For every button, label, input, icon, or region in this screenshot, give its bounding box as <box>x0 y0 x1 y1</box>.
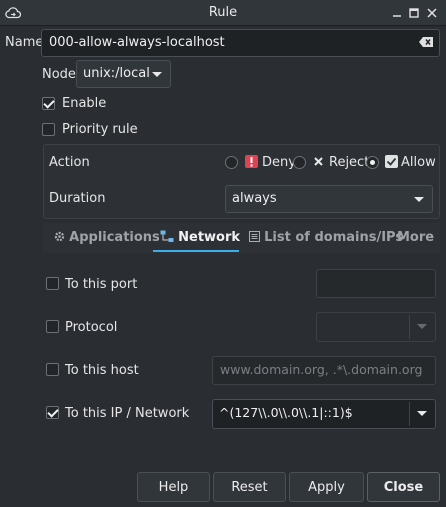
allow-check-icon <box>385 155 398 168</box>
gear-icon <box>54 231 65 246</box>
chevron-down-icon <box>144 61 170 87</box>
duration-select[interactable]: always <box>225 185 433 213</box>
tab-more[interactable]: More <box>397 230 434 245</box>
priority-label: Priority rule <box>62 122 138 137</box>
close-button[interactable]: Close <box>367 472 440 502</box>
priority-checkbox[interactable] <box>42 123 55 136</box>
protocol-select[interactable] <box>316 312 436 342</box>
tab-applications[interactable]: Applications <box>54 230 160 248</box>
host-checkbox[interactable] <box>46 363 59 376</box>
port-field[interactable] <box>316 269 436 298</box>
deny-radio[interactable] <box>225 156 238 169</box>
help-button[interactable]: Help <box>137 472 210 502</box>
close-icon[interactable] <box>423 4 441 22</box>
tab-active-underline <box>153 250 239 252</box>
name-label: Name <box>5 35 44 50</box>
deny-icon <box>245 155 258 168</box>
chevron-down-icon <box>409 400 435 428</box>
tab-applications-label: Applications <box>69 230 160 245</box>
enable-label: Enable <box>62 96 107 111</box>
network-icon <box>160 230 174 247</box>
host-label: To this host <box>65 363 139 378</box>
node-select[interactable]: unix:/local <box>76 60 171 88</box>
minimize-icon[interactable] <box>388 4 406 22</box>
port-label: To this port <box>65 277 138 292</box>
tab-domains-label: List of domains/IPs <box>264 230 404 245</box>
ip-select-value: ^(127\\.0\\.0\\.1|::1)$ <box>219 405 353 420</box>
name-field[interactable]: 000-allow-always-localhost <box>41 29 440 57</box>
protocol-checkbox[interactable] <box>46 320 59 333</box>
tab-domains[interactable]: List of domains/IPs <box>249 230 403 248</box>
chevron-down-icon <box>409 313 435 341</box>
protocol-label: Protocol <box>65 320 118 335</box>
allow-label: Allow <box>401 155 436 170</box>
list-icon <box>249 231 260 246</box>
node-select-value: unix:/local <box>83 66 150 81</box>
maximize-icon[interactable] <box>405 4 423 22</box>
allow-radio[interactable] <box>366 156 379 169</box>
chevron-down-icon <box>406 186 432 212</box>
reject-x-icon <box>313 156 324 167</box>
enable-checkbox[interactable] <box>42 97 55 110</box>
window-title: Rule <box>208 5 238 20</box>
ip-label: To this IP / Network <box>65 406 190 421</box>
tab-network[interactable]: Network <box>160 230 240 248</box>
apply-button[interactable]: Apply <box>289 472 364 502</box>
tab-network-label: Network <box>178 230 241 245</box>
duration-label: Duration <box>49 191 106 206</box>
deny-label: Deny <box>262 155 296 170</box>
action-label: Action <box>49 155 90 170</box>
reset-button[interactable]: Reset <box>213 472 286 502</box>
host-field[interactable]: www.domain.org, .*\.domain.org <box>212 356 436 385</box>
ip-select[interactable]: ^(127\\.0\\.0\\.1|::1)$ <box>212 399 436 429</box>
node-label: Node <box>42 67 76 82</box>
ip-checkbox[interactable] <box>46 406 59 419</box>
clear-text-icon[interactable] <box>418 35 434 49</box>
port-checkbox[interactable] <box>46 277 59 290</box>
reject-radio[interactable] <box>293 156 306 169</box>
reject-label: Reject <box>329 155 370 170</box>
duration-select-value: always <box>232 191 277 206</box>
